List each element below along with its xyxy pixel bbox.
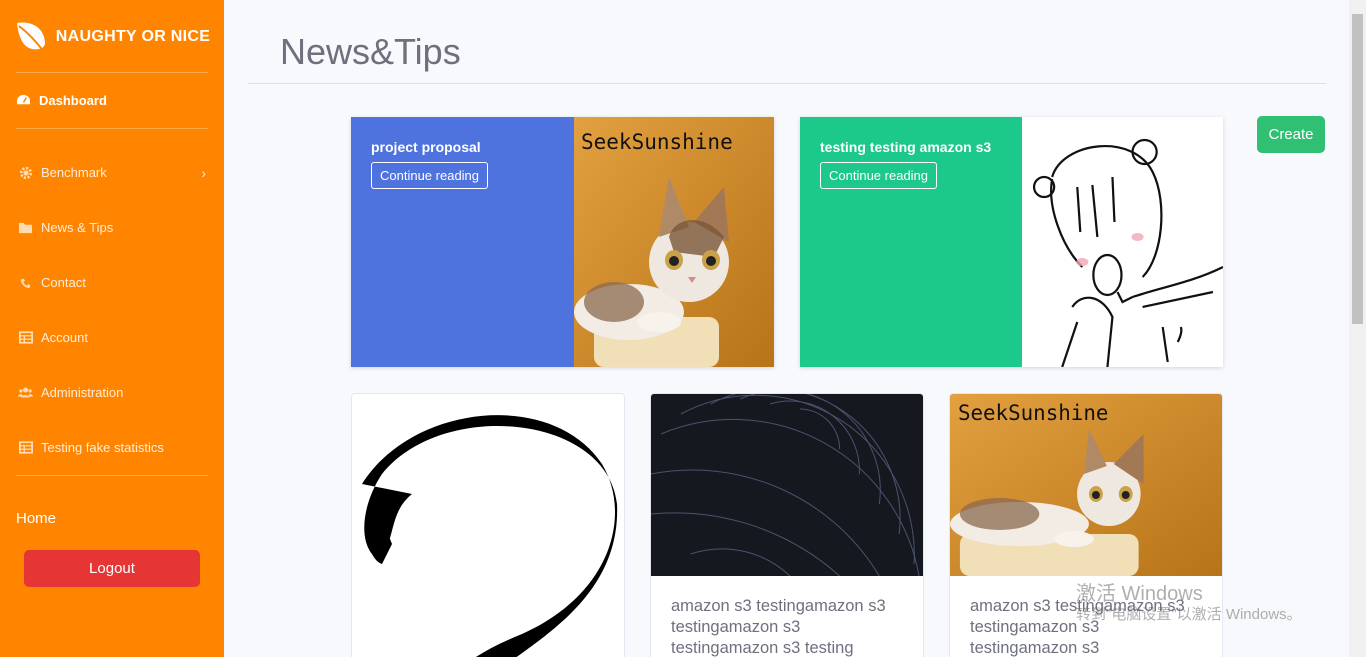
image-caption: SeekSunshine bbox=[581, 130, 733, 154]
users-icon bbox=[18, 385, 33, 400]
sidebar-item-label: Contact bbox=[41, 275, 86, 290]
scrollbar-thumb[interactable] bbox=[1352, 14, 1363, 324]
home-link[interactable]: Home bbox=[0, 476, 224, 527]
image-caption: SeekSunshine bbox=[958, 401, 1108, 425]
sidebar-item-label: Benchmark bbox=[41, 165, 107, 180]
logout-button[interactable]: Logout bbox=[24, 550, 200, 587]
featured-card: project proposal Continue reading SeekSu… bbox=[351, 117, 774, 367]
sidebar-item-news-tips[interactable]: News & Tips bbox=[0, 200, 224, 255]
tachometer-icon bbox=[16, 93, 31, 108]
news-card[interactable]: amazon s3 testingamazon s3 testingamazon… bbox=[650, 393, 924, 657]
star-trail-image bbox=[651, 394, 923, 576]
cat-image: SeekSunshine bbox=[574, 117, 774, 367]
gear-icon bbox=[18, 165, 33, 180]
continue-reading-button[interactable]: Continue reading bbox=[371, 162, 489, 189]
featured-card-title: project proposal bbox=[371, 139, 481, 155]
sidebar-item-dashboard[interactable]: Dashboard bbox=[0, 73, 224, 128]
continue-reading-button[interactable]: Continue reading bbox=[820, 162, 938, 189]
folder-icon bbox=[18, 220, 33, 235]
sidebar-item-label: Testing fake statistics bbox=[41, 440, 164, 455]
sidebar-item-testing-fake-statistics[interactable]: Testing fake statistics bbox=[0, 420, 224, 475]
news-card[interactable] bbox=[351, 393, 625, 657]
brand-title: NAUGHTY OR NICE bbox=[55, 27, 211, 45]
sidebar-item-label: Dashboard bbox=[39, 93, 107, 108]
cat-image: SeekSunshine bbox=[950, 394, 1222, 576]
leaf-icon bbox=[17, 22, 45, 53]
sidebar-item-administration[interactable]: Administration bbox=[0, 365, 224, 420]
sidebar-item-label: Account bbox=[41, 330, 88, 345]
sketch-girl-image bbox=[1022, 117, 1223, 367]
sidebar: NAUGHTY OR NICE Dashboard Benchmark › Ne… bbox=[0, 0, 224, 657]
vertical-scrollbar[interactable] bbox=[1349, 0, 1366, 657]
brush-stroke-image bbox=[352, 394, 624, 657]
featured-card-body: project proposal Continue reading bbox=[351, 117, 574, 367]
sidebar-item-contact[interactable]: Contact bbox=[0, 255, 224, 310]
create-button[interactable]: Create bbox=[1257, 116, 1325, 153]
featured-card: testing testing amazon s3 Continue readi… bbox=[800, 117, 1223, 367]
activation-watermark-subtitle: 转到"电脑设置"以激活 Windows。 bbox=[1076, 606, 1302, 623]
phone-icon bbox=[18, 275, 33, 290]
sidebar-item-label: Administration bbox=[41, 385, 124, 400]
sidebar-item-account[interactable]: Account bbox=[0, 310, 224, 365]
table-icon bbox=[18, 330, 33, 345]
sidebar-item-label: News & Tips bbox=[41, 220, 114, 235]
page-title: News&Tips bbox=[280, 31, 461, 72]
title-divider bbox=[248, 83, 1326, 84]
news-card-text: amazon s3 testingamazon s3 testingamazon… bbox=[671, 597, 886, 657]
chevron-right-icon: › bbox=[201, 165, 206, 181]
featured-card-body: testing testing amazon s3 Continue readi… bbox=[800, 117, 1022, 367]
featured-card-title: testing testing amazon s3 bbox=[820, 139, 992, 155]
brand[interactable]: NAUGHTY OR NICE bbox=[0, 0, 224, 72]
activation-watermark-title: 激活 Windows bbox=[1076, 583, 1203, 605]
sidebar-item-benchmark[interactable]: Benchmark › bbox=[0, 145, 224, 200]
table-icon bbox=[18, 440, 33, 455]
